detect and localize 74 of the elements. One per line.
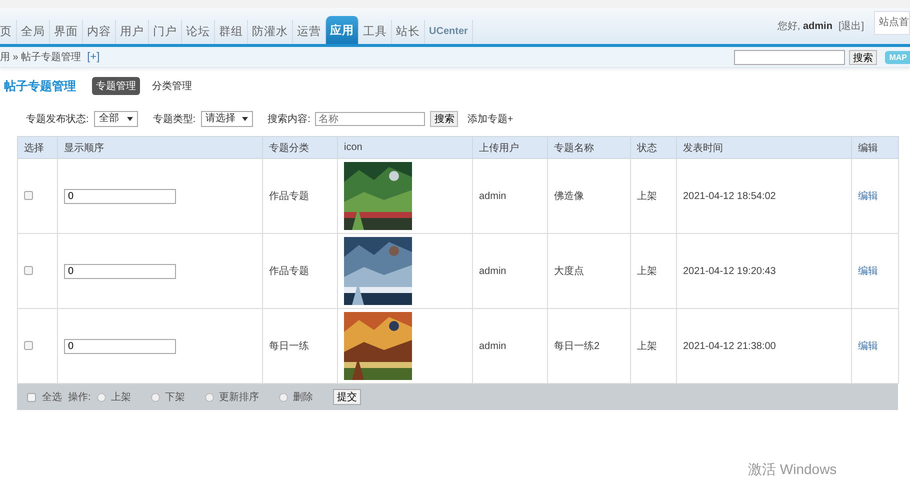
table-cell: 2021-04-12 19:20:43 xyxy=(676,234,852,308)
table-cell: admin xyxy=(472,234,548,308)
add-topic-link[interactable]: 添加专题+ xyxy=(467,112,514,126)
nav-tab[interactable]: 群组 xyxy=(215,20,248,44)
breadcrumb: 用 » 帖子专题管理 xyxy=(0,52,82,63)
select-all-checkbox[interactable] xyxy=(27,392,36,402)
submit-button[interactable]: 提交 xyxy=(332,389,361,405)
column-header: 编辑 xyxy=(852,136,898,158)
nav-tab[interactable]: 界面 xyxy=(50,20,83,44)
radio-button[interactable] xyxy=(204,392,214,402)
column-header: 状态 xyxy=(630,136,676,158)
filter-label: 专题发布状态: xyxy=(26,112,89,126)
caret-icon xyxy=(126,117,133,121)
logout-link[interactable]: [退出] xyxy=(838,19,864,33)
radio-label: 更新排序 xyxy=(218,390,259,404)
row-checkbox[interactable] xyxy=(24,266,33,276)
edit-link[interactable]: 编辑 xyxy=(858,266,878,277)
table-cell: admin xyxy=(472,158,548,234)
nav-tab[interactable]: UCenter xyxy=(425,20,473,44)
radio-label: 下架 xyxy=(164,390,185,404)
nav-tab[interactable]: 内容 xyxy=(83,20,116,44)
edit-link[interactable]: 编辑 xyxy=(858,341,878,352)
radio-button[interactable] xyxy=(278,392,288,402)
column-header: 发表时间 xyxy=(676,136,852,158)
column-header: 上传用户 xyxy=(472,136,548,158)
table-cell: 上架 xyxy=(630,234,676,308)
nav-tab[interactable]: 站长 xyxy=(392,20,425,44)
column-header: 专题分类 xyxy=(262,136,338,158)
sub-tab[interactable]: 分类管理 xyxy=(148,77,196,95)
order-field[interactable]: 0 xyxy=(64,264,176,278)
nav-tab[interactable]: 全局 xyxy=(17,20,50,44)
radio-button[interactable] xyxy=(96,392,106,402)
radio-label: 上架 xyxy=(110,390,131,404)
nav-tab[interactable]: 用户 xyxy=(116,20,149,44)
greeting-text: 您好, admin xyxy=(777,20,832,33)
page-title: 帖子专题管理 xyxy=(4,78,76,94)
caret-icon xyxy=(242,117,248,121)
table-cell: 作品专题 xyxy=(262,158,338,234)
order-field[interactable]: 0 xyxy=(64,338,176,354)
status-dropdown[interactable]: 全部 xyxy=(94,111,138,127)
filter-label: 专题类型: xyxy=(152,112,196,126)
add-shortcut-link[interactable]: [+] xyxy=(87,51,100,63)
site-home-link[interactable]: 站点首 xyxy=(874,11,910,35)
select-all-label: 全选 xyxy=(42,390,62,404)
column-header: 显示顺序 xyxy=(58,136,262,158)
type-dropdown[interactable]: 请选择 xyxy=(200,111,253,127)
nav-tab[interactable]: 工具 xyxy=(359,20,392,44)
row-checkbox[interactable] xyxy=(24,341,33,350)
nav-tab[interactable]: 应用 xyxy=(326,16,359,44)
search-button[interactable]: 搜索 xyxy=(430,111,458,127)
nav-tab[interactable]: 论坛 xyxy=(182,20,215,44)
sub-tab[interactable]: 专题管理 xyxy=(92,77,140,95)
column-header: 选择 xyxy=(18,136,58,158)
search-field[interactable] xyxy=(734,50,846,64)
radio-button[interactable] xyxy=(150,392,160,402)
nav-tab[interactable]: 页 xyxy=(0,20,17,44)
table-cell: 2021-04-12 18:54:02 xyxy=(676,158,852,234)
table-cell: 大度点 xyxy=(548,234,630,308)
row-checkbox[interactable] xyxy=(24,191,33,200)
table-cell: 作品专题 xyxy=(262,234,338,308)
table-cell: 上架 xyxy=(630,158,676,234)
column-header: 专题名称 xyxy=(548,136,630,158)
search-button[interactable]: 搜索 xyxy=(849,50,878,64)
edit-link[interactable]: 编辑 xyxy=(858,191,878,202)
table-cell: 佛造像 xyxy=(548,158,630,234)
nav-tab[interactable]: 门户 xyxy=(149,20,182,44)
column-header: icon xyxy=(338,136,472,158)
action-label: 操作: xyxy=(68,391,91,404)
radio-label: 删除 xyxy=(292,391,313,404)
order-field[interactable]: 0 xyxy=(64,188,176,204)
activation-notice: 激活 Windows xyxy=(748,461,837,477)
filter-label: 搜索内容: xyxy=(268,112,310,126)
nav-tab[interactable]: 防灌水 xyxy=(248,20,293,44)
search-field[interactable]: 名称 xyxy=(315,112,426,126)
